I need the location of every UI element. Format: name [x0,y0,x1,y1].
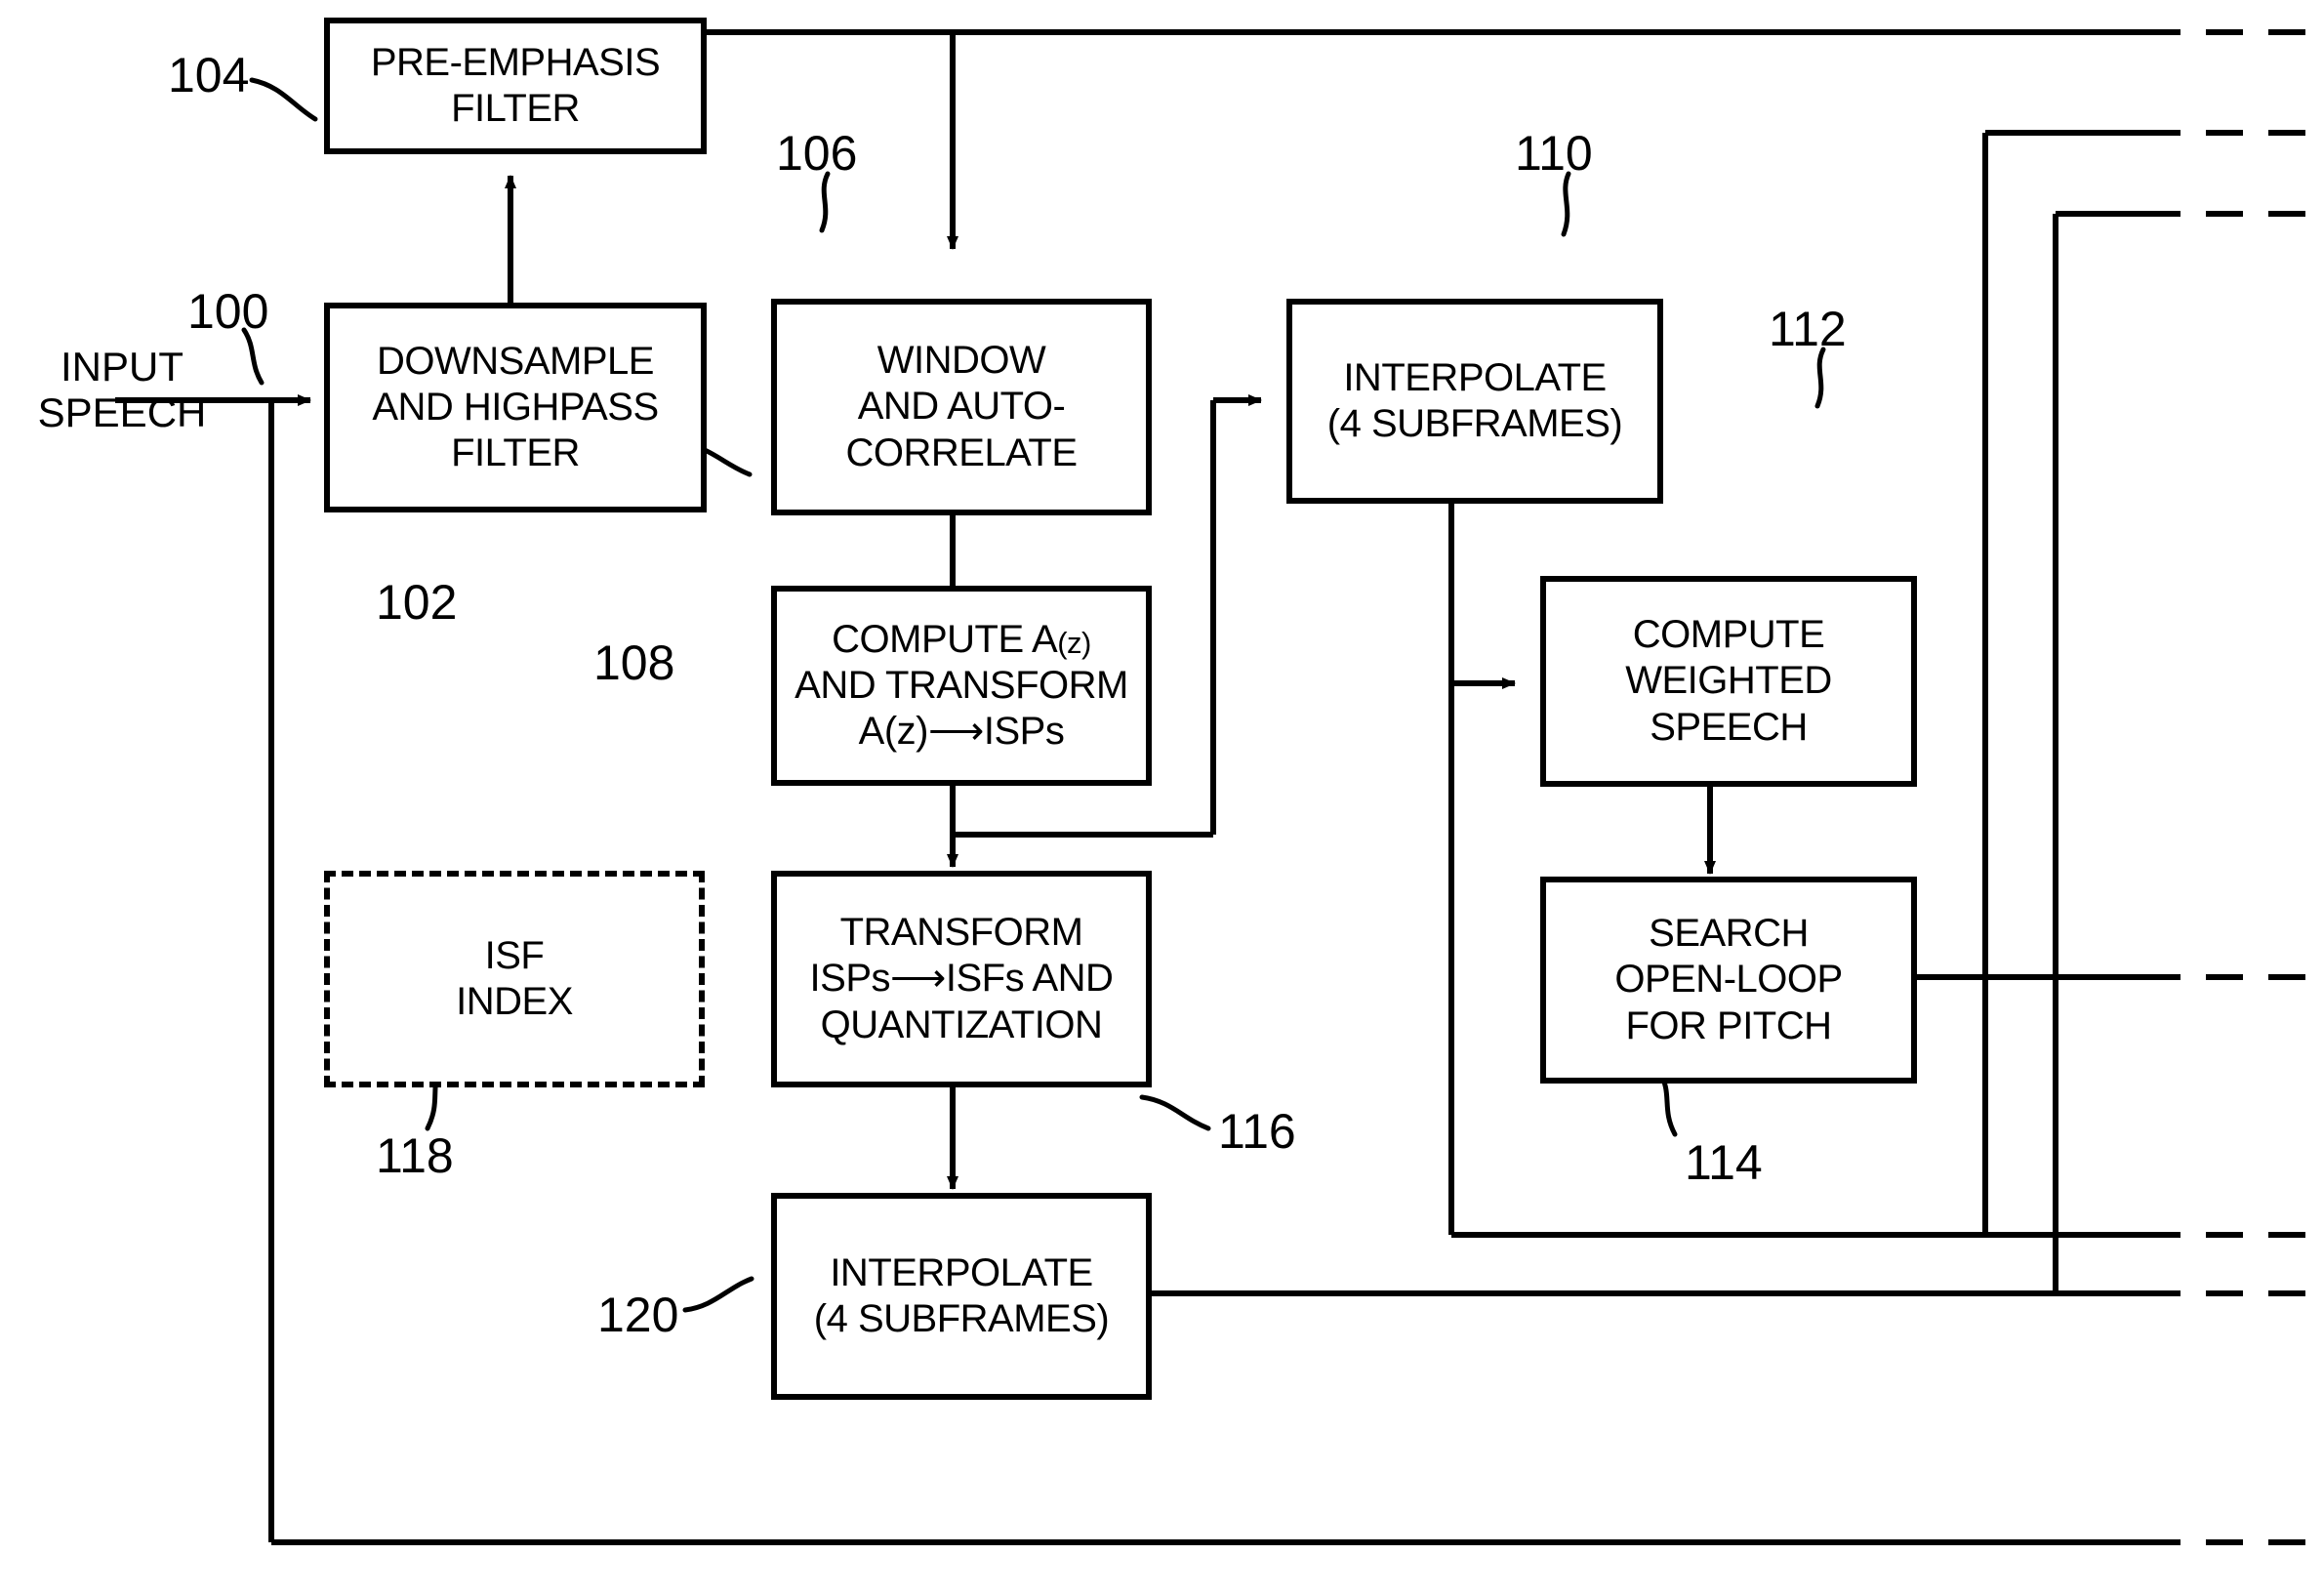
block-line: FILTER [451,431,580,475]
ref-numeral-104: 104 [168,48,250,102]
block-line: AND AUTO- [857,385,1066,429]
az-operand: A(z) [858,710,929,754]
block-line: PRE-EMPHASIS [370,40,661,84]
block-line: ISPs⟶ISFs AND [810,956,1114,1002]
patent-figure-canvas: PRE-EMPHASIS FILTER DOWNSAMPLE AND HIGHP… [0,0,2323,1596]
ref-numeral-110: 110 [1515,126,1593,181]
block-transform-isps-isfs-and-quantization[interactable]: TRANSFORM ISPs⟶ISFs AND QUANTIZATION [771,871,1152,1087]
isps-operand: ISPs [809,957,891,1001]
block-line: FOR PITCH [1625,1003,1832,1047]
block-downsample-and-highpass-filter[interactable]: DOWNSAMPLE AND HIGHPASS FILTER [324,303,707,512]
ref-numeral-112: 112 [1769,302,1847,356]
ref-numeral-114: 114 [1685,1135,1763,1190]
ref-numeral-106: 106 [776,126,858,181]
isfs-operand: ISFs AND [945,957,1114,1001]
block-line: INTERPOLATE [1343,355,1607,399]
isps-operand: ISPs [983,710,1065,754]
block-search-open-loop-for-pitch[interactable]: SEARCH OPEN-LOOP FOR PITCH [1540,877,1917,1084]
block-line: COMPUTE [1632,613,1825,657]
leader-106 [819,171,831,233]
block-line: OPEN-LOOP [1614,958,1843,1002]
label-input-speech: INPUT SPEECH [29,344,215,435]
block-line: AND TRANSFORM [795,663,1128,707]
block-interpolate-4-subframes-lower[interactable]: INTERPOLATE (4 SUBFRAMES) [771,1193,1152,1400]
input-speech-line2: SPEECH [37,389,207,436]
block-line: ISF [484,933,545,977]
compute-az-text: COMPUTE A [832,617,1058,661]
compute-az-zsub: (z) [1057,625,1091,660]
block-window-and-autocorrelate[interactable]: WINDOW AND AUTO- CORRELATE [771,299,1152,515]
block-line: CORRELATE [845,430,1078,474]
block-line: A(z)⟶ISPs [859,709,1065,755]
block-line: (4 SUBFRAMES) [813,1297,1110,1340]
leader-120 [682,1276,754,1313]
block-line: WINDOW [876,339,1046,383]
block-line: QUANTIZATION [820,1003,1103,1046]
leader-110 [1561,171,1571,237]
ref-numeral-118: 118 [376,1128,454,1183]
block-line: INTERPOLATE [830,1250,1093,1294]
connector-layer [115,29,2323,1545]
ref-numeral-100: 100 [187,284,269,339]
right-arrow-icon: ⟶ [890,957,946,1001]
block-line: DOWNSAMPLE [377,339,654,383]
block-interpolate-4-subframes-upper[interactable]: INTERPOLATE (4 SUBFRAMES) [1286,299,1663,504]
block-pre-emphasis-filter[interactable]: PRE-EMPHASIS FILTER [324,18,707,154]
ref-numeral-116: 116 [1218,1104,1296,1159]
ref-numeral-120: 120 [597,1288,679,1342]
block-line: FILTER [451,87,580,130]
ref-numeral-102: 102 [376,575,458,630]
block-line: SPEECH [1650,705,1808,749]
block-line: COMPUTE A(z) [832,617,1091,663]
block-line: AND HIGHPASS [372,385,659,429]
right-arrow-icon: ⟶ [928,710,984,754]
ref-numeral-108: 108 [593,635,675,690]
leader-116 [1139,1094,1211,1131]
block-line: INDEX [456,980,573,1023]
leader-112 [1814,347,1826,409]
dashed-continuations [2143,29,2323,1545]
block-line: (4 SUBFRAMES) [1326,402,1623,445]
leader-104 [249,77,318,122]
block-line: TRANSFORM [839,911,1083,955]
block-line: SEARCH [1649,912,1809,956]
block-line: WEIGHTED [1625,659,1832,703]
block-isf-index[interactable]: ISF INDEX [324,871,705,1087]
block-compute-weighted-speech[interactable]: COMPUTE WEIGHTED SPEECH [1540,576,1917,787]
input-speech-line1: INPUT [61,344,183,389]
block-compute-az-and-transform[interactable]: COMPUTE A(z) AND TRANSFORM A(z)⟶ISPs [771,586,1152,786]
